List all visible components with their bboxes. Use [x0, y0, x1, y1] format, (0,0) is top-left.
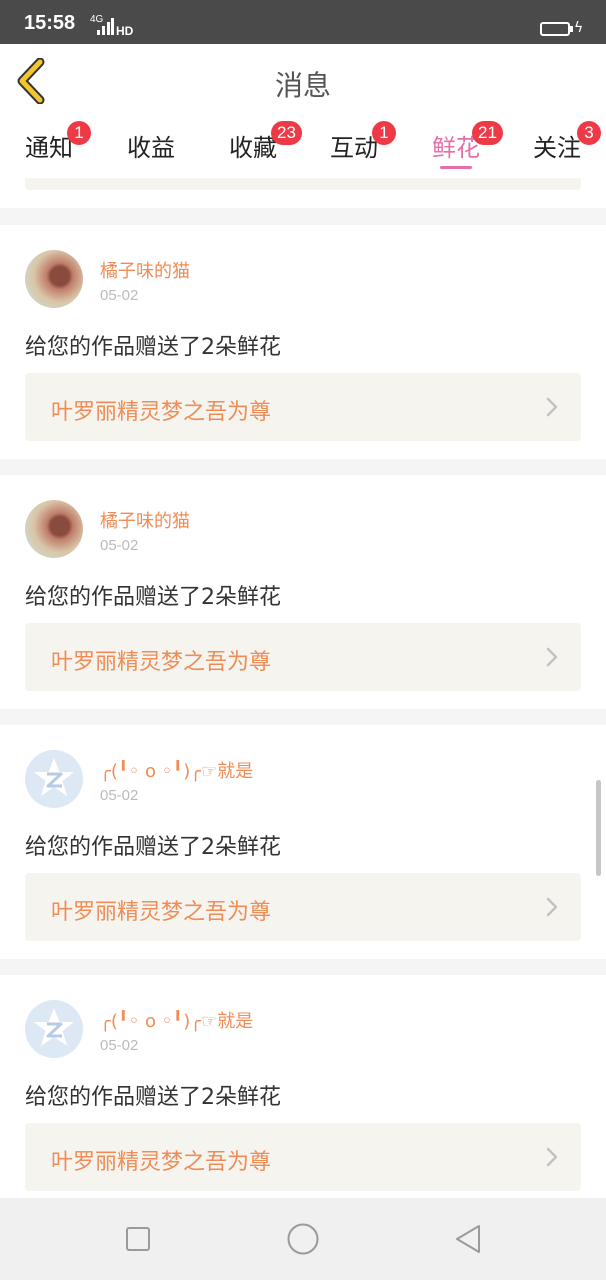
tab-follows[interactable]: 关注 3 — [533, 121, 601, 168]
message-date: 05-02 — [100, 1037, 139, 1054]
battery-icon — [540, 22, 570, 36]
work-title: 叶罗丽精灵梦之吾为尊 — [51, 400, 272, 425]
work-link-partial[interactable] — [25, 178, 581, 190]
chevron-right-icon — [546, 397, 558, 417]
tab-label: 关注 — [533, 134, 581, 162]
default-avatar-icon[interactable] — [25, 750, 83, 808]
tab-badge: 1 — [372, 121, 396, 145]
message-date: 05-02 — [100, 287, 139, 304]
username[interactable]: 橘子味的猫 — [100, 257, 190, 283]
battery-tip — [570, 26, 573, 32]
hd-indicator: HD — [116, 24, 134, 38]
tab-flowers[interactable]: 鲜花 21 — [432, 121, 503, 168]
back-triangle-icon[interactable] — [448, 1219, 488, 1259]
star-z-icon — [34, 758, 74, 796]
message-card: ╭(╹◦ o ◦╹)╭☞就是 05-02 给您的作品赠送了2朵鲜花 叶罗丽精灵梦… — [0, 725, 606, 959]
tab-badge: 3 — [577, 121, 601, 145]
tab-label: 互动 — [330, 134, 378, 162]
status-bar: 15:58 4G HD ϟ — [0, 0, 606, 44]
page-title: 消息 — [274, 69, 331, 102]
chevron-right-icon — [546, 647, 558, 667]
work-link[interactable]: 叶罗丽精灵梦之吾为尊 — [25, 1123, 581, 1191]
username[interactable]: 橘子味的猫 — [100, 507, 190, 533]
list-item-partial — [0, 178, 606, 208]
signal-icon — [97, 18, 114, 35]
active-tab-indicator — [440, 166, 472, 169]
tab-label: 收藏 — [229, 134, 277, 162]
tab-label: 通知 — [25, 134, 73, 162]
system-nav-bar — [0, 1198, 606, 1280]
tab-interactions[interactable]: 互动 1 — [330, 121, 396, 168]
tab-badge: 23 — [271, 121, 302, 145]
tab-label: 收益 — [127, 134, 175, 162]
message-card: 橘子味的猫 05-02 给您的作品赠送了2朵鲜花 叶罗丽精灵梦之吾为尊 — [0, 225, 606, 459]
message-card: 橘子味的猫 05-02 给您的作品赠送了2朵鲜花 叶罗丽精灵梦之吾为尊 — [0, 475, 606, 709]
username[interactable]: ╭(╹◦ o ◦╹)╭☞就是 — [100, 1007, 253, 1033]
work-link[interactable]: 叶罗丽精灵梦之吾为尊 — [25, 373, 581, 441]
message-card: ╭(╹◦ o ◦╹)╭☞就是 05-02 给您的作品赠送了2朵鲜花 叶罗丽精灵梦… — [0, 975, 606, 1209]
charging-icon: ϟ — [574, 20, 584, 36]
message-text: 给您的作品赠送了2朵鲜花 — [25, 835, 281, 860]
avatar[interactable] — [25, 250, 83, 308]
header: 消息 — [0, 44, 606, 119]
tab-bar: 通知 1 收益 收藏 23 互动 1 鲜花 21 关注 3 — [0, 118, 606, 178]
tab-badge: 21 — [472, 121, 503, 145]
recents-square-icon[interactable] — [118, 1219, 158, 1259]
message-text: 给您的作品赠送了2朵鲜花 — [25, 335, 281, 360]
message-date: 05-02 — [100, 787, 139, 804]
home-circle-icon[interactable] — [283, 1219, 323, 1259]
work-title: 叶罗丽精灵梦之吾为尊 — [51, 650, 272, 675]
status-time: 15:58 — [24, 12, 76, 34]
tab-earnings[interactable]: 收益 — [127, 128, 175, 168]
star-z-icon — [34, 1008, 74, 1046]
chevron-right-icon — [546, 1147, 558, 1167]
work-title: 叶罗丽精灵梦之吾为尊 — [51, 1150, 272, 1175]
work-link[interactable]: 叶罗丽精灵梦之吾为尊 — [25, 623, 581, 691]
message-text: 给您的作品赠送了2朵鲜花 — [25, 585, 281, 610]
work-title: 叶罗丽精灵梦之吾为尊 — [51, 900, 272, 925]
tab-notifications[interactable]: 通知 1 — [25, 121, 91, 168]
default-avatar-icon[interactable] — [25, 1000, 83, 1058]
message-date: 05-02 — [100, 537, 139, 554]
username[interactable]: ╭(╹◦ o ◦╹)╭☞就是 — [100, 757, 253, 783]
work-link[interactable]: 叶罗丽精灵梦之吾为尊 — [25, 873, 581, 941]
tab-favorites[interactable]: 收藏 23 — [229, 121, 302, 168]
avatar[interactable] — [25, 500, 83, 558]
tab-badge: 1 — [67, 121, 91, 145]
scrollbar[interactable] — [596, 780, 601, 876]
message-text: 给您的作品赠送了2朵鲜花 — [25, 1085, 281, 1110]
chevron-right-icon — [546, 897, 558, 917]
